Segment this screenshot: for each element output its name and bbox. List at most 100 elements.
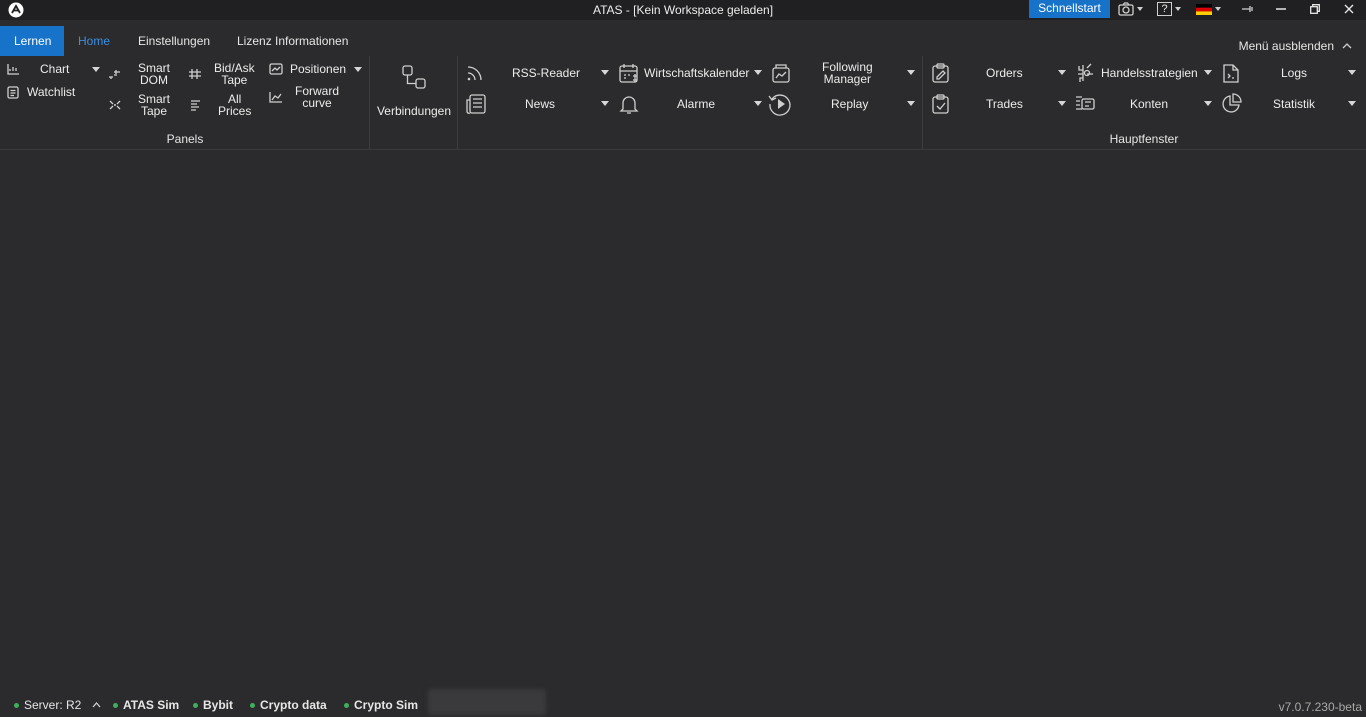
connection-bybit[interactable]: Bybit [193,698,233,712]
hide-menu-button[interactable]: Menü ausblenden [1239,39,1352,53]
tab-lizenz-informationen[interactable]: Lizenz Informationen [223,26,362,56]
connection-crypto-data[interactable]: Crypto data [250,698,327,712]
smart-dom-icon [108,68,122,80]
workspace-area[interactable] [0,151,1366,688]
status-dot-icon [193,702,198,708]
connection-atas-sim[interactable]: ATAS Sim [113,698,179,712]
calendar-icon [618,62,640,84]
pin-button[interactable] [1232,0,1262,18]
chevron-down-icon [1348,101,1356,106]
chart-button[interactable]: Chart [7,61,102,77]
status-dot-icon [250,702,255,708]
help-button[interactable]: ? [1157,0,1181,18]
rss-icon [465,63,485,83]
chevron-down-icon [1058,70,1066,75]
news-icon [465,93,487,115]
connections-icon [400,63,428,91]
restore-icon [1310,4,1320,14]
alarms-button[interactable]: Alarme [618,93,765,115]
atas-logo-icon[interactable] [7,1,25,19]
ribbon-separator [457,56,458,150]
forward-curve-button[interactable]: Forward curve [269,84,344,110]
tab-home[interactable]: Home [64,26,125,56]
version-label: v7.0.7.230-beta [1278,700,1362,714]
verbindungen-button[interactable]: Verbindungen [372,61,456,123]
all-prices-button[interactable]: All Prices [190,92,255,118]
restore-button[interactable] [1300,0,1330,18]
chevron-down-icon [1175,7,1181,11]
connection-label: Bybit [203,698,233,712]
menu-tab-bar: Lernen Home Einstellungen Lizenz Informa… [0,26,1366,56]
watchlist-label: Watchlist [27,85,76,99]
statistics-button[interactable]: Statistik [1220,93,1360,115]
blurred-account-info [428,689,546,715]
help-icon: ? [1157,2,1172,16]
smart-dom-button[interactable]: Smart DOM [108,61,173,87]
bidask-tape-icon [188,68,202,80]
minimize-button[interactable] [1266,0,1296,18]
pin-icon [1241,4,1253,14]
bidask-tape-button[interactable]: Bid/Ask Tape [188,61,258,87]
chevron-down-icon [601,101,609,106]
camera-icon [1118,2,1134,16]
rss-reader-button[interactable]: RSS-Reader [465,62,613,84]
chevron-down-icon [601,70,609,75]
chevron-down-icon [754,101,762,106]
all-prices-label-line2: Prices [218,104,252,118]
alarms-label: Alarme [677,97,716,111]
quickstart-button[interactable]: Schnellstart [1029,0,1110,18]
replay-button[interactable]: Replay [767,92,918,116]
smart-tape-button[interactable]: Smart Tape [108,92,173,118]
accounts-button[interactable]: Konten [1074,93,1216,115]
forward-curve-label-line2: curve [302,96,332,110]
tab-lernen[interactable]: Lernen [0,26,66,56]
following-manager-button[interactable]: Following Manager [770,60,918,86]
smart-dom-label-line2: DOM [140,73,168,87]
connection-label: Crypto data [260,698,327,712]
positionen-button[interactable]: Positionen [269,61,365,77]
trades-icon [930,93,952,115]
chevron-down-icon [1204,101,1212,106]
trading-strategies-button[interactable]: Handelsstrategien [1074,62,1216,84]
language-button[interactable] [1196,0,1221,18]
bell-icon [618,93,640,115]
accounts-label: Konten [1130,97,1169,111]
screenshot-button[interactable] [1118,0,1143,18]
logs-button[interactable]: Logs [1220,62,1360,84]
close-button[interactable] [1334,0,1364,18]
connection-label: Crypto Sim [354,698,419,712]
tab-einstellungen[interactable]: Einstellungen [124,26,224,56]
economic-calendar-button[interactable]: Wirtschaftskalender [618,62,765,84]
server-status[interactable]: Server: R2 [14,698,101,712]
following-manager-icon [770,62,792,84]
watchlist-icon [7,85,19,99]
watchlist-button[interactable]: Watchlist [7,84,87,100]
rss-reader-label: RSS-Reader [512,66,581,80]
chevron-down-icon [754,70,762,75]
trades-button[interactable]: Trades [930,93,1070,115]
chevron-down-icon [92,67,100,72]
trades-label: Trades [986,97,1023,111]
chevron-down-icon [1204,70,1212,75]
ribbon-separator [369,56,370,150]
hauptfenster-group-label: Hauptfenster [1109,132,1179,146]
orders-icon [930,62,952,84]
chart-label: Chart [40,62,70,76]
chevron-down-icon [1058,101,1066,106]
statistics-label: Statistik [1273,97,1316,111]
chevron-down-icon [1137,7,1143,11]
chevron-down-icon [354,67,362,72]
chevron-down-icon [1348,70,1356,75]
orders-button[interactable]: Orders [930,62,1070,84]
ribbon: Chart Watchlist Smart DOM Smart Tape Bid… [0,56,1366,150]
positionen-label: Positionen [290,62,347,76]
connection-crypto-sim[interactable]: Crypto Sim [344,698,418,712]
verbindungen-label: Verbindungen [376,104,452,118]
news-button[interactable]: News [465,93,613,115]
all-prices-icon [190,99,202,111]
minimize-icon [1276,4,1286,14]
status-dot-icon [14,702,19,708]
strategies-label: Handelsstrategien [1101,66,1198,80]
hide-menu-label: Menü ausblenden [1238,39,1334,53]
chevron-down-icon [1215,7,1221,11]
